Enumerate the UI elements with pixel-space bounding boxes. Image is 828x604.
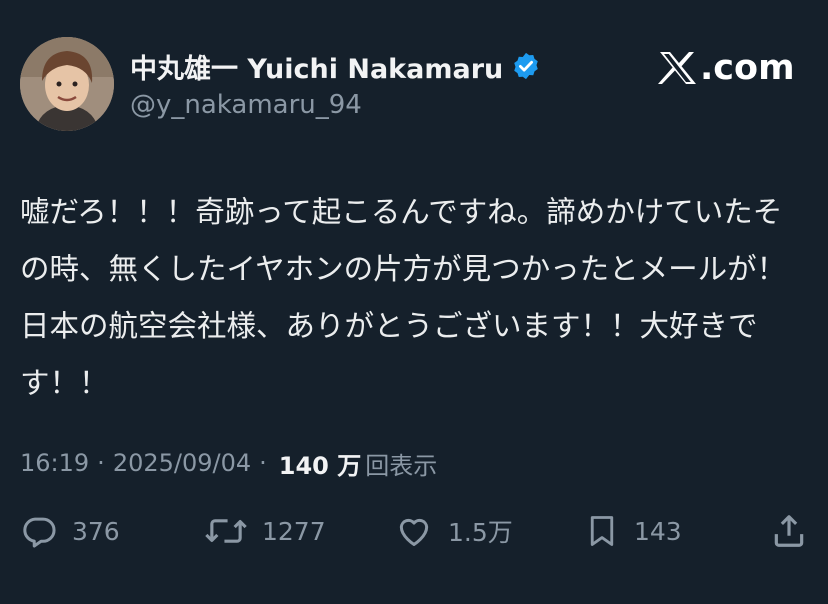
brand-logo: .com [658,45,795,91]
share-icon [770,511,808,551]
repost-count: 1277 [262,516,326,546]
repost-button[interactable]: 1277 [204,511,326,551]
author-handle[interactable]: @y_nakamaru_94 [130,90,362,120]
x-logo-icon [658,50,698,86]
share-button[interactable] [770,511,808,551]
tweet-text: 嘘だろ！！！奇跡って起こるんですね。諦めかけていたその時、無くしたイヤホンの片方… [20,195,787,400]
bookmark-count: 143 [634,516,682,546]
avatar[interactable] [20,37,114,131]
reply-count: 376 [72,516,120,546]
reply-button[interactable]: 376 [20,511,120,551]
views-label: 回表示 [365,451,438,480]
bookmark-button[interactable]: 143 [584,511,682,551]
like-count: 1.5万 [448,518,513,547]
repost-icon [204,512,248,550]
verified-badge-icon [511,51,541,81]
bookmark-icon [584,511,620,551]
heart-icon [394,512,434,550]
brand-domain: .com [700,48,795,88]
views-count: 140 万 [278,451,362,480]
tweet-date[interactable]: 2025/09/04 [113,449,251,477]
tweet-time[interactable]: 16:19 [20,449,89,477]
tweet-meta: 16:19 · 2025/09/04 · 140 万 回表示 [20,446,437,480]
like-button[interactable]: 1.5万 [394,511,513,551]
author-name-row[interactable]: 中丸雄一 Yuichi Nakamaru [130,47,541,86]
meta-separator: · [259,449,267,477]
meta-separator: · [97,449,105,477]
author-display-name[interactable]: 中丸雄一 Yuichi Nakamaru [130,47,503,86]
reply-icon [20,512,58,550]
